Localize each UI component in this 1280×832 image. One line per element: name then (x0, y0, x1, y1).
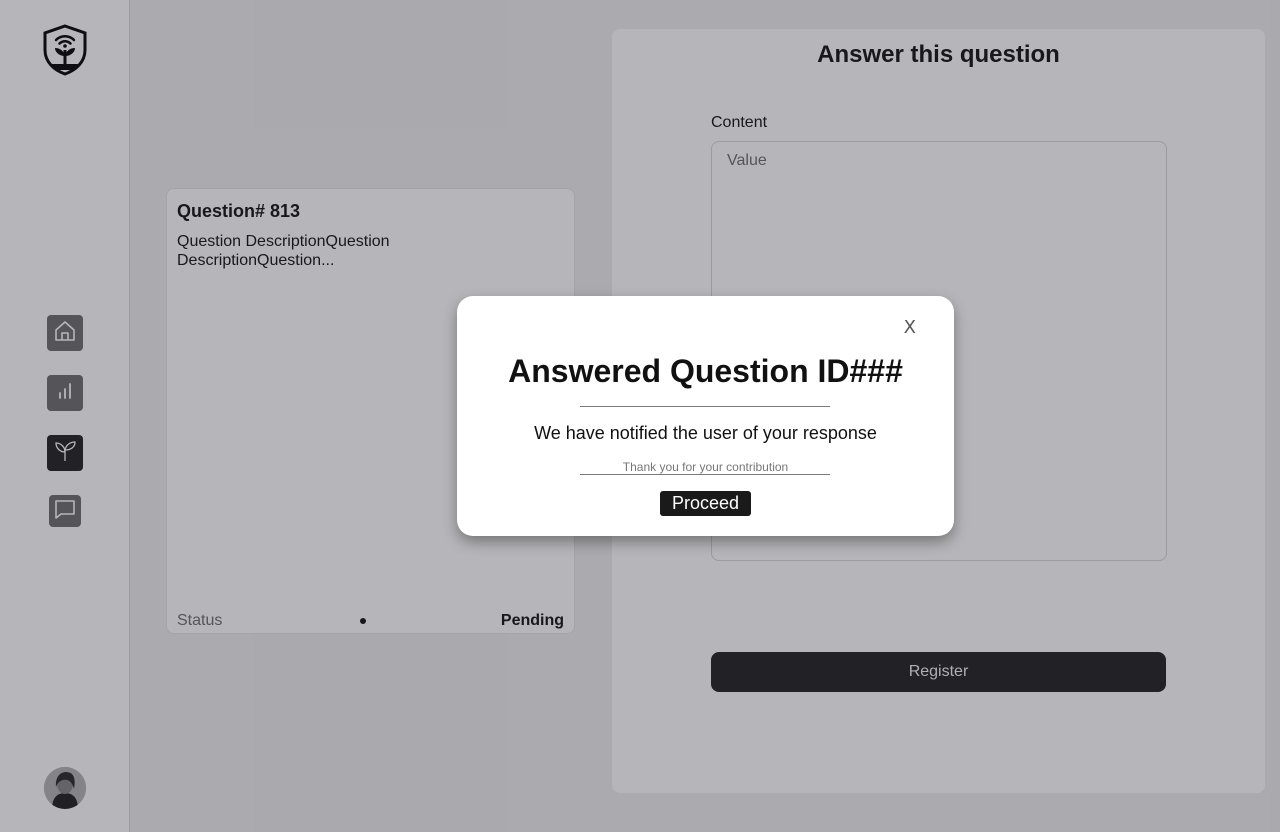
proceed-button[interactable]: Proceed (660, 491, 751, 516)
dialog-thanks: Thank you for your contribution (622, 460, 789, 474)
dialog-message: We have notified the user of your respon… (534, 423, 877, 443)
thanks-divider (580, 474, 830, 475)
title-divider (580, 406, 830, 407)
dialog-title: Answered Question ID### (508, 353, 903, 389)
close-icon[interactable]: X (904, 317, 916, 338)
answered-dialog: X Answered Question ID### We have notifi… (457, 296, 954, 536)
